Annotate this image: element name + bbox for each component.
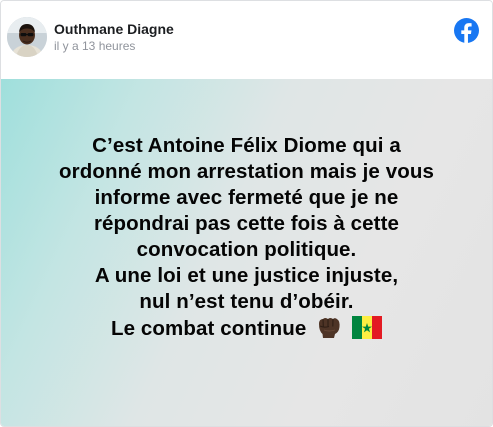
avatar[interactable]	[7, 17, 47, 57]
post-text-line: A une loi et une justice injuste,	[94, 264, 399, 287]
post-text-line: ordonné mon arrestation mais je vous	[59, 160, 434, 183]
facebook-post-card: Outhmane Diagne il y a 13 heures C’est A…	[0, 0, 493, 427]
post-background: C’est Antoine Félix Diome qui a ordonné …	[1, 79, 492, 426]
post-text-line: convocation politique.	[136, 238, 357, 261]
raised-fist-dark-skin-icon	[316, 315, 342, 346]
profile-photo-icon	[7, 17, 47, 57]
post-text-line: C’est Antoine Félix Diome qui a	[92, 134, 401, 157]
post-text-last-line: Le combat continue	[1, 315, 492, 346]
post-text-line: Le combat continue	[110, 317, 307, 340]
post-text-line: répondrai pas cette fois à cette	[93, 212, 400, 235]
post-header: Outhmane Diagne il y a 13 heures	[1, 1, 492, 79]
facebook-icon[interactable]	[454, 18, 479, 43]
author-name[interactable]: Outhmane Diagne	[54, 21, 174, 37]
senegal-flag-icon	[352, 316, 383, 346]
post-text: C’est Antoine Félix Diome qui a ordonné …	[1, 133, 492, 346]
post-text-line: informe avec fermeté que je ne	[94, 186, 399, 209]
post-timestamp[interactable]: il y a 13 heures	[54, 39, 135, 53]
post-text-line: nul n’est tenu d’obéir.	[139, 290, 354, 313]
